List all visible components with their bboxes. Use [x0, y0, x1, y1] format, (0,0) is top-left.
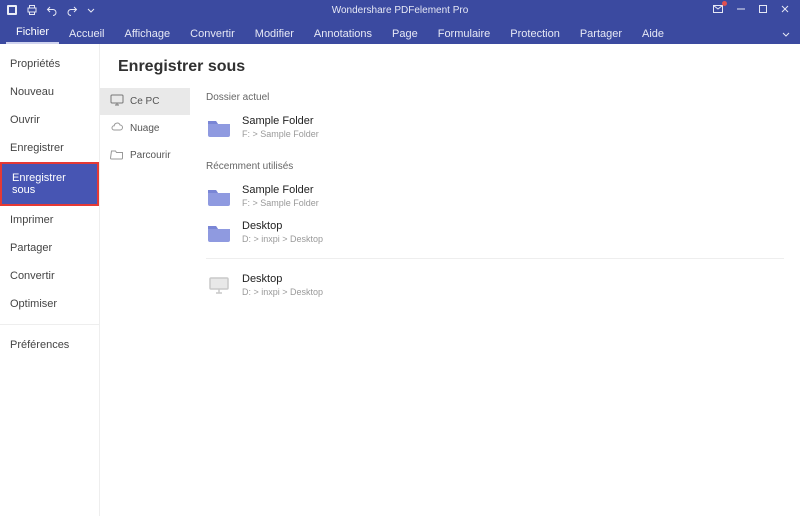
main-pane: Enregistrer sous Ce PC Nuage	[100, 44, 800, 516]
location-label: Nuage	[130, 123, 159, 134]
recent-folder-row[interactable]: Desktop D: > inxpi > Desktop	[206, 267, 784, 303]
main-body: Propriétés Nouveau Ouvrir Enregistrer En…	[0, 44, 800, 516]
sidebar-item-partager[interactable]: Partager	[0, 234, 99, 262]
undo-icon[interactable]	[46, 4, 58, 16]
sidebar-item-proprietes[interactable]: Propriétés	[0, 50, 99, 78]
location-parcourir[interactable]: Parcourir	[100, 142, 190, 169]
folder-path: F: > Sample Folder	[242, 129, 319, 139]
window-controls	[712, 3, 794, 18]
separator	[206, 258, 784, 259]
folder-name: Desktop	[242, 220, 323, 232]
maximize-icon[interactable]	[758, 4, 768, 17]
sidebar-item-enregistrer[interactable]: Enregistrer	[0, 134, 99, 162]
redo-icon[interactable]	[66, 4, 78, 16]
quick-access-toolbar	[6, 4, 96, 16]
location-label: Ce PC	[130, 96, 159, 107]
tab-formulaire[interactable]: Formulaire	[428, 24, 501, 44]
recent-folders-label: Récemment utilisés	[206, 155, 784, 178]
monitor-icon	[206, 274, 232, 296]
close-icon[interactable]	[780, 4, 790, 17]
folder-path: D: > inxpi > Desktop	[242, 234, 323, 244]
sidebar-divider	[0, 324, 99, 325]
title-bar: Wondershare PDFelement Pro	[0, 0, 800, 20]
collapse-ribbon-icon[interactable]	[780, 28, 792, 40]
notification-icon[interactable]	[712, 3, 724, 18]
cloud-icon	[110, 121, 124, 136]
location-list: Ce PC Nuage Parcourir	[100, 86, 190, 516]
folder-icon	[206, 116, 232, 138]
sidebar-item-optimiser[interactable]: Optimiser	[0, 290, 99, 318]
window-title: Wondershare PDFelement Pro	[0, 5, 800, 16]
recent-folder-row[interactable]: Desktop D: > inxpi > Desktop	[206, 214, 784, 250]
sidebar-item-preferences[interactable]: Préférences	[0, 331, 99, 359]
sidebar-item-convertir[interactable]: Convertir	[0, 262, 99, 290]
ribbon-tabs: Fichier Accueil Affichage Convertir Modi…	[0, 20, 800, 44]
tab-fichier[interactable]: Fichier	[6, 22, 59, 44]
current-folder-label: Dossier actuel	[206, 86, 784, 109]
folder-open-icon	[110, 148, 124, 163]
location-label: Parcourir	[130, 150, 171, 161]
location-ce-pc[interactable]: Ce PC	[100, 88, 190, 115]
tab-partager[interactable]: Partager	[570, 24, 632, 44]
tab-annotations[interactable]: Annotations	[304, 24, 382, 44]
tab-convertir[interactable]: Convertir	[180, 24, 245, 44]
tab-modifier[interactable]: Modifier	[245, 24, 304, 44]
folder-icon	[206, 185, 232, 207]
folder-name: Desktop	[242, 273, 323, 285]
notification-dot-icon	[722, 1, 727, 6]
print-icon[interactable]	[26, 4, 38, 16]
sidebar-item-enregistrer-sous[interactable]: Enregistrer sous	[0, 162, 99, 206]
sidebar-item-ouvrir[interactable]: Ouvrir	[0, 106, 99, 134]
folder-column: Dossier actuel Sample Folder F: > Sample…	[190, 86, 800, 516]
recent-folder-row[interactable]: Sample Folder F: > Sample Folder	[206, 178, 784, 214]
tab-page[interactable]: Page	[382, 24, 428, 44]
file-sidebar: Propriétés Nouveau Ouvrir Enregistrer En…	[0, 44, 100, 516]
current-folder-row[interactable]: Sample Folder F: > Sample Folder	[206, 109, 784, 145]
sidebar-item-imprimer[interactable]: Imprimer	[0, 206, 99, 234]
minimize-icon[interactable]	[736, 4, 746, 17]
folder-name: Sample Folder	[242, 115, 319, 127]
monitor-icon	[110, 94, 124, 109]
sidebar-item-nouveau[interactable]: Nouveau	[0, 78, 99, 106]
tab-accueil[interactable]: Accueil	[59, 24, 114, 44]
folder-name: Sample Folder	[242, 184, 319, 196]
tab-protection[interactable]: Protection	[500, 24, 570, 44]
chevron-down-icon[interactable]	[86, 5, 96, 15]
folder-icon	[206, 221, 232, 243]
page-heading: Enregistrer sous	[100, 44, 800, 86]
folder-path: D: > inxpi > Desktop	[242, 287, 323, 297]
location-nuage[interactable]: Nuage	[100, 115, 190, 142]
folder-path: F: > Sample Folder	[242, 198, 319, 208]
tab-aide[interactable]: Aide	[632, 24, 674, 44]
app-logo-icon	[6, 4, 18, 16]
tab-affichage[interactable]: Affichage	[114, 24, 180, 44]
